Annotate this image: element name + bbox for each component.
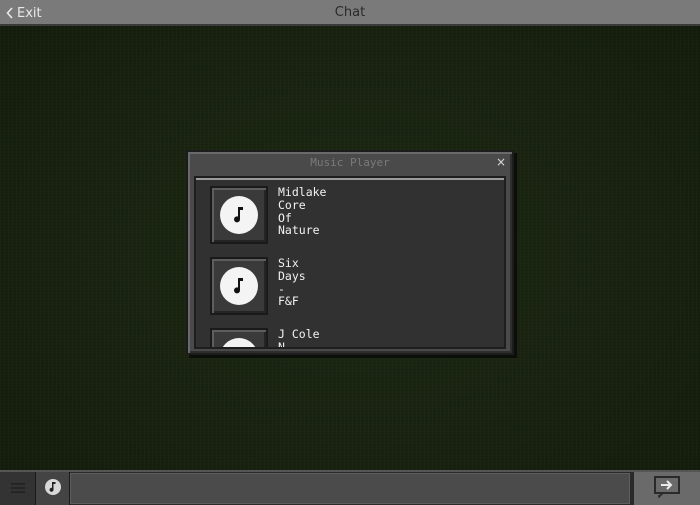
- menu-icon: [10, 479, 25, 498]
- music-player-dialog: Music Player × Midlake Core Of Nature Si…: [186, 150, 514, 355]
- chat-bar: [0, 470, 700, 505]
- play-track-button[interactable]: [210, 186, 268, 244]
- page-title: Chat: [334, 5, 366, 20]
- track-title: J Cole N: [278, 327, 320, 349]
- track-item: J Cole N: [210, 327, 368, 349]
- track-title: Six Days - F&F: [278, 256, 306, 309]
- track-item: Six Days - F&F: [210, 257, 368, 315]
- menu-button[interactable]: [0, 472, 36, 505]
- music-note-icon: [220, 267, 258, 305]
- game-screen: Exit Chat Music Player × Midlake Core Of…: [0, 0, 700, 505]
- music-note-icon: [220, 196, 258, 234]
- dialog-title: Music Player: [310, 156, 390, 169]
- chat-input[interactable]: [70, 473, 630, 504]
- music-button[interactable]: [36, 472, 70, 505]
- music-note-icon: [220, 338, 258, 347]
- close-button[interactable]: ×: [496, 154, 506, 170]
- track-title: Midlake Core Of Nature: [278, 185, 327, 238]
- track-list[interactable]: Midlake Core Of Nature Six Days - F&F J …: [194, 176, 506, 349]
- send-arrow-icon: [654, 475, 680, 502]
- send-button[interactable]: [632, 472, 700, 505]
- play-track-button[interactable]: [210, 257, 268, 315]
- music-note-icon: [44, 478, 62, 500]
- track-item: Midlake Core Of Nature: [210, 186, 368, 244]
- play-track-button[interactable]: [210, 328, 268, 347]
- top-bar: Exit Chat: [0, 0, 700, 26]
